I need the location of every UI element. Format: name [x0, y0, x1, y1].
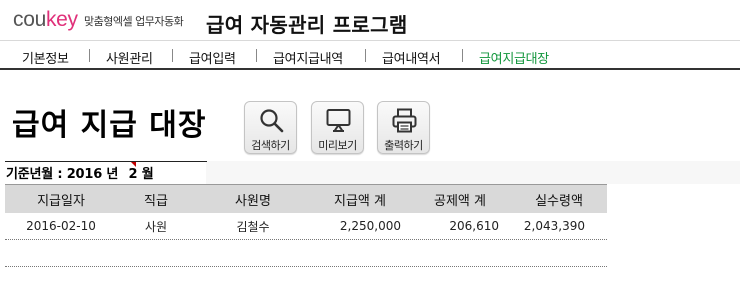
base-month-label: 기준년월 :: [6, 167, 63, 182]
printer-icon: [392, 108, 417, 133]
main-nav: 기본정보 사원관리 급여입력 급여지급내역 급여내역서 급여지급대장: [0, 42, 740, 70]
logo-text-part1: cou: [13, 8, 46, 31]
logo-subtitle: 맞춤형엑셀 업무자동화: [84, 15, 184, 28]
nav-item-payment-history[interactable]: 급여지급내역: [273, 48, 343, 67]
search-button-label: 검색하기: [251, 139, 290, 152]
nav-item-basic-info[interactable]: 기본정보: [22, 48, 69, 67]
base-year-value[interactable]: 2016: [67, 167, 103, 182]
column-header-pay-date: 지급일자: [37, 193, 85, 209]
table-row-empty[interactable]: [5, 267, 607, 289]
preview-button[interactable]: 미리보기: [311, 101, 364, 154]
payroll-ledger-table: 지급일자 직급 사원명 지급액 계 공제액 계 실수령액 2016-02-10 …: [5, 184, 607, 289]
magnifier-icon: [260, 109, 284, 133]
column-header-total-deduction: 공제액 계: [434, 193, 486, 209]
table-row-empty[interactable]: [5, 240, 607, 267]
column-header-rank: 직급: [144, 193, 168, 209]
nav-separator: [172, 49, 173, 62]
column-header-total-pay: 지급액 계: [334, 193, 386, 209]
base-month: 기준년월 : 2016 년 2 월: [6, 163, 154, 182]
app-title: 급여 자동관리 프로그램: [206, 13, 408, 37]
nav-separator: [365, 49, 366, 62]
search-button[interactable]: 검색하기: [244, 101, 297, 154]
table-row[interactable]: 2016-02-10 사원 김철수 2,250,000 206,610 2,04…: [5, 213, 607, 240]
logo: coukey: [13, 8, 78, 32]
base-row-background: [206, 161, 740, 184]
column-header-net-pay: 실수령액: [535, 193, 583, 209]
cell-net-pay: 2,043,390: [523, 219, 585, 233]
nav-separator: [462, 49, 463, 62]
base-year-unit: 년: [106, 167, 119, 182]
print-button-label: 출력하기: [384, 139, 423, 152]
cell-employee-name: 김철수: [236, 219, 270, 234]
page-title: 급여 지급 대장: [12, 108, 207, 143]
print-button[interactable]: 출력하기: [377, 101, 430, 154]
preview-button-label: 미리보기: [318, 139, 357, 152]
nav-item-pay-statement[interactable]: 급여내역서: [382, 48, 441, 67]
nav-item-payroll-ledger[interactable]: 급여지급대장: [479, 48, 549, 67]
base-row-divider: [5, 161, 207, 162]
cell-rank: 사원: [144, 219, 168, 234]
nav-item-salary-input[interactable]: 급여입력: [189, 48, 236, 67]
table-header: 지급일자 직급 사원명 지급액 계 공제액 계 실수령액: [5, 184, 607, 213]
cell-total-deduction: 206,610: [449, 219, 499, 233]
nav-item-employee[interactable]: 사원관리: [106, 48, 153, 67]
nav-separator: [256, 49, 257, 62]
cell-total-pay: 2,250,000: [339, 219, 401, 233]
logo-text-part2: key: [45, 8, 78, 31]
monitor-icon: [326, 109, 351, 132]
column-header-employee-name: 사원명: [235, 193, 271, 209]
cell-pay-date: 2016-02-10: [26, 219, 96, 233]
app-header: coukey 맞춤형엑셀 업무자동화 급여 자동관리 프로그램: [0, 0, 740, 41]
base-month-unit: 월: [141, 167, 154, 182]
nav-separator: [89, 49, 90, 62]
base-month-value[interactable]: 2: [129, 167, 138, 182]
